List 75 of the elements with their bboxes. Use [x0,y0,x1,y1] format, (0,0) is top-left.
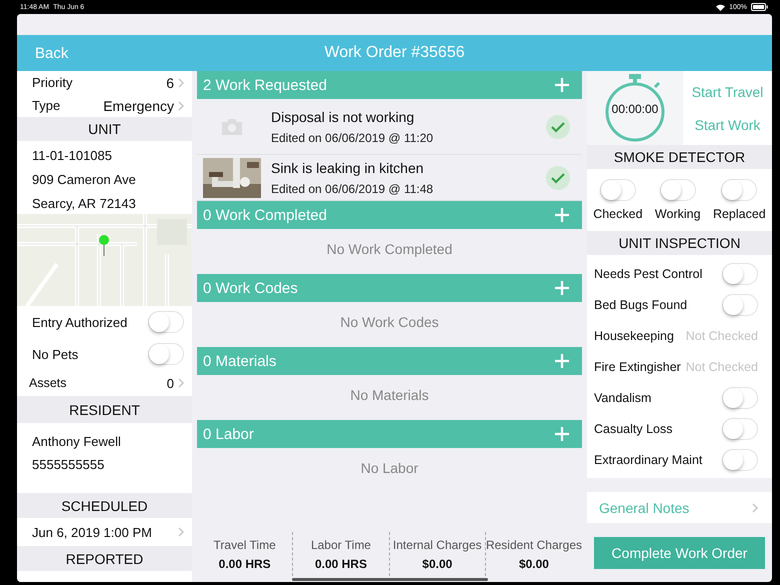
work-item-title: Disposal is not working [271,108,416,124]
total-label: Travel Time [214,538,276,552]
toggle-switch[interactable] [722,448,758,470]
resident-info: 5555555555 [32,457,106,472]
battery-icon [751,3,768,11]
section-title: 0 Materials [203,352,276,370]
total-label: Resident Charges [486,538,582,552]
inspection-label: Needs Pest Control [594,266,702,280]
toggle-switch[interactable] [600,179,636,201]
timer-action[interactable]: Start Travel [692,84,764,100]
section-header: UNIT [17,117,192,141]
inspection-label: Casualty Loss [594,422,673,436]
toggle-label: Entry Authorized [32,314,128,330]
total-value: 0.00 HRS [218,556,271,570]
section-title: 0 Work Completed [203,206,327,224]
toggle-switch[interactable] [721,179,758,201]
complete-work-order-button[interactable]: Complete Work Order [594,537,765,569]
inspection-label: Bed Bugs Found [594,298,688,312]
total-label: Labor Time [310,538,371,552]
total-label: Internal Charges [392,538,482,552]
empty-message: No Materials [350,387,429,403]
inspection-status[interactable]: Not Checked [686,328,758,342]
section-header: UNIT INSPECTION [587,231,772,255]
timer-display: 00:00:00 [612,102,658,116]
address-line: Searcy, AR 72143 [32,196,137,211]
inspection-status[interactable]: Not Checked [686,360,758,374]
toggle-switch[interactable] [148,311,184,333]
add-icon[interactable] [554,426,570,442]
empty-message: No Work Codes [340,314,439,330]
section-title: 2 Work Requested [203,76,327,94]
resident-info: Anthony Fewell [32,434,122,449]
section-title: 0 Labor [203,426,254,442]
timer-action[interactable]: Start Work [694,116,760,132]
section-header: REPORTED [17,546,192,571]
work-item-date: Edited on 06/06/2019 @ 11:48 [271,182,434,196]
empty-message: No Labor [360,460,418,476]
section-header: SCHEDULED [17,493,192,518]
add-icon[interactable] [554,207,570,223]
back-button[interactable]: Back [17,44,68,62]
total-value: $0.00 [422,556,452,570]
toggle-switch[interactable] [722,418,758,440]
address-line: 909 Cameron Ave [32,172,137,187]
toggle-switch[interactable] [722,294,758,316]
toggle-label: Working [654,207,701,221]
address-line: 11-01-101085 [32,148,113,163]
total-value: $0.00 [518,556,549,570]
general-notes-link[interactable]: General Notes [587,492,772,523]
inspection-label: Fire Extingisher [594,360,681,374]
toggle-switch[interactable] [148,343,184,365]
chevron-icon [178,100,184,110]
inspection-label: Housekeeping [594,328,674,342]
toggle-label: No Pets [32,346,78,362]
add-icon[interactable] [554,280,570,296]
window-title: Work Order #35656 [324,44,465,61]
chevron-icon [752,502,758,512]
toggle-switch[interactable] [660,179,696,201]
chevron-icon [178,378,184,388]
toggle-label: Replaced [712,207,766,221]
inspection-label: Extraordinary Maint [594,452,702,466]
total-value: 0.00 HRS [314,556,367,570]
add-icon[interactable] [554,353,570,369]
toggle-label: Checked [593,207,643,221]
empty-message: No Work Completed [326,241,452,257]
section-header: RESIDENT [17,396,192,423]
toggle-switch[interactable] [722,386,758,408]
chevron-icon [178,78,184,88]
work-item-date: Edited on 06/06/2019 @ 11:20 [271,130,434,144]
add-icon[interactable] [554,77,570,93]
section-header: SMOKE DETECTOR [587,145,772,169]
chevron-icon [178,527,184,537]
section-title: 0 Work Codes [203,280,298,296]
wifi-icon [716,4,726,10]
work-item-title: Sink is leaking in kitchen [271,160,425,176]
inspection-label: Vandalism [594,390,652,404]
toggle-switch[interactable] [722,262,758,284]
